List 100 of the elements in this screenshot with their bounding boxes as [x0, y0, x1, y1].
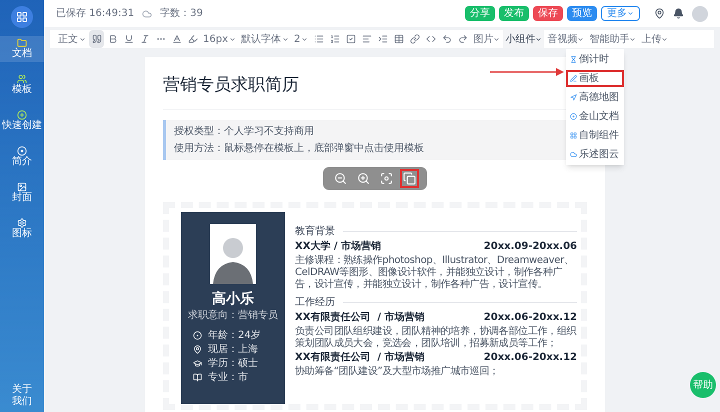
align-icon — [362, 34, 372, 44]
fact-text: 年龄：24岁 — [208, 330, 261, 342]
bold-icon — [108, 34, 118, 44]
underline-icon — [124, 34, 134, 44]
entry-text: 负责公司团队组织建设，团队精神的培养，协调各部位工作，组织策划团队成员大会，竞选会，团队培训，招募新成员等工作； — [295, 326, 577, 350]
caret-icon — [535, 36, 542, 42]
book-icon — [193, 373, 202, 382]
job-intent: 求职意向：营销专员 — [188, 310, 278, 322]
top-bar-button[interactable]: 更多 — [601, 6, 640, 21]
caret-icon — [493, 36, 500, 42]
line-height-dropdown[interactable]: 2 — [292, 30, 310, 48]
italic-icon — [140, 34, 150, 44]
top-bar-button[interactable]: 预览 — [567, 6, 597, 21]
location-icon[interactable] — [654, 8, 665, 19]
copy-icon — [403, 172, 416, 184]
sidebar-item[interactable]: 封面 — [0, 180, 44, 206]
sidebar-item[interactable]: 模板 — [0, 72, 44, 98]
entry-text: 主修课程：熟练操作photoshop、Illustrator、Dreamweaver、CelDRAW等图形、图像设计软件，并能独立设计，制作各种广告，设计宣传，并能独立设计，制作各种广告，设计宣传。 — [295, 254, 575, 290]
highlight-icon — [188, 34, 198, 44]
zoom-in-icon — [357, 172, 370, 184]
font-dropdown[interactable]: 默认字体 — [239, 30, 291, 48]
entry-date: 20xx.09-20xx.06 — [484, 240, 577, 252]
caret-icon — [661, 36, 668, 42]
caret-icon — [229, 36, 236, 42]
caret-icon — [79, 36, 86, 42]
widget-menu-item[interactable]: 画板 — [566, 70, 624, 87]
entry-title: XX有限责任公司 / 市场营销 — [295, 312, 425, 324]
font-color-icon — [172, 34, 182, 44]
help-button[interactable]: 帮助 — [690, 372, 716, 398]
insert-menu[interactable]: 小组件 — [503, 30, 544, 48]
grid-icon — [570, 132, 577, 139]
entry-title: XX有限责任公司 / 市场营销 — [295, 352, 425, 364]
entry-title: XX大学 / 市场营销 — [295, 240, 382, 252]
insert-menu[interactable]: 图片 — [471, 30, 502, 48]
code-icon — [426, 34, 436, 44]
fact-text: 专业：市 — [208, 372, 248, 384]
section-heading: 工作经历 — [295, 296, 335, 310]
caret-icon — [627, 10, 634, 17]
redo-icon — [458, 34, 468, 44]
people-icon — [17, 74, 27, 84]
pen-icon — [570, 75, 577, 82]
table-icon — [394, 34, 404, 44]
note-text: 授权类型：个人学习不支持商用 — [174, 124, 314, 138]
sidebar-item[interactable]: 图标 — [0, 216, 44, 242]
link-icon — [410, 34, 420, 44]
entry-date: 20xx.06-20xx.12 — [484, 352, 577, 364]
copy-button[interactable] — [400, 168, 419, 188]
widget-menu-item[interactable]: 乐述图云 — [566, 146, 624, 163]
folder-icon — [17, 38, 27, 48]
paragraph-dropdown[interactable]: 正文 — [56, 30, 88, 48]
location-icon — [193, 345, 202, 354]
sidebar-item[interactable]: 文档 — [0, 36, 44, 62]
person-name: 高小乐 — [212, 290, 254, 308]
widget-menu-item[interactable]: 金山文档 — [566, 108, 624, 125]
person-silhouette-drawing — [210, 224, 256, 284]
widget-menu-item[interactable]: 高德地图 — [566, 89, 624, 106]
checklist-icon — [346, 34, 356, 44]
fact-text: 现居：上海 — [208, 344, 258, 356]
disc-icon — [570, 113, 577, 120]
about-link[interactable]: 关于 我们 — [12, 384, 32, 408]
widget-menu-item[interactable]: 自制组件 — [566, 127, 624, 144]
cloud-icon — [570, 151, 577, 158]
insert-menu[interactable]: 上传 — [639, 30, 670, 48]
gear-icon — [17, 218, 27, 228]
top-bar-button[interactable]: 保存 — [533, 6, 563, 21]
plus-icon — [17, 110, 27, 120]
quote-icon — [92, 34, 102, 44]
ordered-list-icon — [330, 34, 340, 44]
caret-icon — [577, 36, 584, 42]
indent-icon — [378, 34, 388, 44]
fit-icon — [380, 172, 393, 184]
zoom-out-icon — [334, 172, 347, 184]
quote-button[interactable] — [89, 30, 104, 48]
caret-icon — [629, 36, 636, 42]
hourglass-icon — [570, 56, 577, 63]
cloud-icon — [142, 8, 152, 18]
widget-menu-item[interactable]: 倒计时 — [566, 51, 624, 68]
sidebar-item[interactable]: 快速创建 — [0, 108, 44, 134]
entry-date: 20xx.06-20xx.12 — [484, 312, 577, 324]
insert-menu[interactable]: 智能助手 — [587, 30, 638, 48]
graduation-cap-icon — [193, 359, 202, 368]
save-status: 已保存 16:49:31 — [56, 7, 134, 21]
bell-icon[interactable] — [673, 8, 684, 19]
entry-text: 协助筹备“团队建设”及大型市场推广城市巡回； — [295, 366, 500, 378]
sidebar-item[interactable]: 简介 — [0, 144, 44, 170]
font-size-dropdown[interactable]: 16px — [201, 30, 238, 48]
navigation-icon — [570, 94, 577, 101]
fact-text: 学历：硕士 — [208, 358, 258, 370]
caret-icon — [282, 36, 289, 42]
undo-icon — [442, 34, 452, 44]
insert-menu[interactable]: 音视频 — [545, 30, 586, 48]
word-count: 字数：39 — [160, 6, 203, 21]
top-bar-button[interactable]: 发布 — [499, 6, 529, 21]
caret-icon — [301, 36, 308, 42]
top-bar-button[interactable]: 分享 — [465, 6, 495, 21]
note-text: 使用方法：鼠标悬停在模板上，底部弹窗中点击使用模板 — [174, 142, 424, 156]
image-icon — [17, 182, 27, 192]
disc-icon — [17, 146, 27, 156]
section-heading: 教育背景 — [295, 224, 335, 238]
circle-icon — [193, 331, 202, 340]
